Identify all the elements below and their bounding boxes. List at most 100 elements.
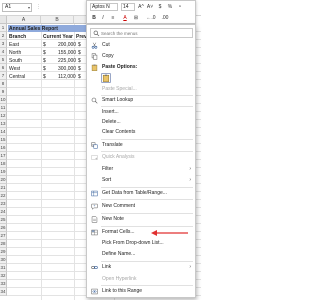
menu-item-translate[interactable]: a Translate	[88, 141, 194, 150]
chevron-down-icon[interactable]: ▾	[28, 4, 30, 11]
row-header[interactable]: 24	[0, 208, 7, 216]
header-current-year[interactable]: Current Year	[43, 33, 73, 41]
menu-item-link-to-range[interactable]: Link to this Range	[88, 287, 194, 296]
cell-currency[interactable]: $	[43, 41, 46, 49]
cell-currency[interactable]: $	[43, 65, 46, 73]
menu-item-smart-lookup[interactable]: Smart Lookup	[88, 96, 194, 105]
row-header[interactable]: 20	[0, 176, 7, 184]
row-header[interactable]: 29	[0, 248, 7, 256]
decrease-decimal-icon[interactable]: .00	[159, 14, 171, 22]
comma-style-icon[interactable]: ⁹	[176, 3, 184, 11]
row-header[interactable]: 16	[0, 144, 7, 152]
row-header[interactable]: 7	[0, 72, 7, 80]
cell-value[interactable]: 300,000	[58, 65, 76, 73]
column-header-b[interactable]: B	[41, 16, 74, 24]
row-header[interactable]: 28	[0, 240, 7, 248]
menu-item-open-hyperlink[interactable]: Open Hyperlink	[88, 275, 194, 284]
menu-item-copy[interactable]: Copy	[88, 52, 194, 61]
menu-search[interactable]	[90, 28, 193, 38]
row-header[interactable]: 27	[0, 232, 7, 240]
row-header[interactable]: 33	[0, 280, 7, 288]
menu-item-clear-contents[interactable]: Clear Contents	[88, 128, 194, 137]
menu-item-pick-from-dropdown[interactable]: Pick From Drop-down List...	[88, 239, 194, 248]
menu-search-input[interactable]	[101, 30, 191, 37]
menu-item-paste-special[interactable]: Paste Special...	[88, 85, 194, 94]
row-header[interactable]: 31	[0, 264, 7, 272]
row-header[interactable]: 6	[0, 64, 7, 72]
row-header[interactable]: 4	[0, 48, 7, 56]
row-header[interactable]: 34	[0, 288, 7, 296]
row-header[interactable]: 3	[0, 40, 7, 48]
header-prev[interactable]: Prev	[76, 33, 86, 41]
increase-font-icon[interactable]: A^	[137, 3, 145, 11]
cell-value[interactable]: 112,000	[58, 73, 76, 81]
menu-item-insert[interactable]: Insert...	[88, 108, 194, 117]
row-header[interactable]: 11	[0, 104, 7, 112]
align-icon[interactable]: ≡	[109, 14, 117, 22]
row-header[interactable]: 9	[0, 88, 7, 96]
row-header[interactable]: 10	[0, 96, 7, 104]
font-size-box[interactable]: 14	[121, 3, 135, 11]
increase-decimal-icon[interactable]: ←.0	[145, 14, 157, 22]
row-header[interactable]: 19	[0, 168, 7, 176]
cell-value[interactable]: 225,000	[58, 57, 76, 65]
cell-value[interactable]: 200,000	[58, 41, 76, 49]
row-header[interactable]: 5	[0, 56, 7, 64]
row-header[interactable]: 23	[0, 200, 7, 208]
row-header[interactable]: 13	[0, 120, 7, 128]
cell-branch[interactable]: West	[9, 65, 20, 73]
menu-item-filter[interactable]: Filter ›	[88, 165, 194, 174]
cell-branch[interactable]: East	[9, 41, 19, 49]
menu-item-define-name[interactable]: Define Name...	[88, 250, 194, 259]
row-header[interactable]: 30	[0, 256, 7, 264]
row-header[interactable]: 15	[0, 136, 7, 144]
paste-button[interactable]	[101, 73, 111, 83]
row-header[interactable]: 1	[0, 24, 7, 32]
cell-currency[interactable]: $	[43, 73, 46, 81]
menu-item-link[interactable]: Link ›	[88, 263, 194, 272]
name-box[interactable]: A1 ▾	[2, 3, 32, 12]
menu-item-quick-analysis[interactable]: Quick Analysis	[88, 153, 194, 162]
currency-icon[interactable]: $	[156, 3, 164, 11]
decrease-font-icon[interactable]: A˅	[146, 3, 154, 11]
cell-prev[interactable]: $	[78, 49, 81, 57]
header-branch[interactable]: Branch	[9, 33, 26, 41]
bold-button[interactable]: B	[90, 14, 98, 22]
column-header-a[interactable]: A	[7, 16, 41, 24]
cell-prev[interactable]: $	[78, 73, 81, 81]
cell-branch[interactable]: Central	[9, 73, 25, 81]
menu-item-cut[interactable]: Cut	[88, 41, 194, 50]
italic-button[interactable]: I	[99, 14, 107, 22]
row-header[interactable]: 22	[0, 192, 7, 200]
font-color-icon[interactable]: A	[121, 14, 129, 22]
cell-value[interactable]: 155,000	[58, 49, 76, 57]
row-header[interactable]: 8	[0, 80, 7, 88]
menu-item-get-data[interactable]: Get Data from Table/Range...	[88, 189, 194, 198]
row-header[interactable]: 2	[0, 32, 7, 40]
more-icon[interactable]: ⋮	[36, 4, 41, 10]
row-header[interactable]: 25	[0, 216, 7, 224]
select-all-corner[interactable]	[0, 16, 7, 24]
cell-prev[interactable]: $	[78, 57, 81, 65]
cell-title[interactable]: Annual Sales Report	[9, 25, 58, 33]
cell-prev[interactable]: $	[78, 41, 81, 49]
cell-currency[interactable]: $	[43, 49, 46, 57]
row-header[interactable]: 32	[0, 272, 7, 280]
menu-item-new-comment[interactable]: + New Comment	[88, 202, 194, 211]
cell-branch[interactable]: South	[9, 57, 22, 65]
percent-icon[interactable]: %	[166, 3, 174, 11]
cell-prev[interactable]: $	[78, 65, 81, 73]
menu-item-sort[interactable]: Sort ›	[88, 176, 194, 185]
row-header[interactable]: 18	[0, 160, 7, 168]
row-header[interactable]: 12	[0, 112, 7, 120]
cell-currency[interactable]: $	[43, 57, 46, 65]
menu-item-new-note[interactable]: New Note	[88, 215, 194, 224]
row-header[interactable]: 17	[0, 152, 7, 160]
row-header[interactable]: 14	[0, 128, 7, 136]
row-header[interactable]: 26	[0, 224, 7, 232]
menu-item-delete[interactable]: Delete...	[88, 118, 194, 127]
row-header[interactable]: 21	[0, 184, 7, 192]
cell-branch[interactable]: North	[9, 49, 21, 57]
borders-icon[interactable]: ⊞	[132, 14, 140, 22]
font-name-box[interactable]: Aptos N	[90, 3, 118, 11]
